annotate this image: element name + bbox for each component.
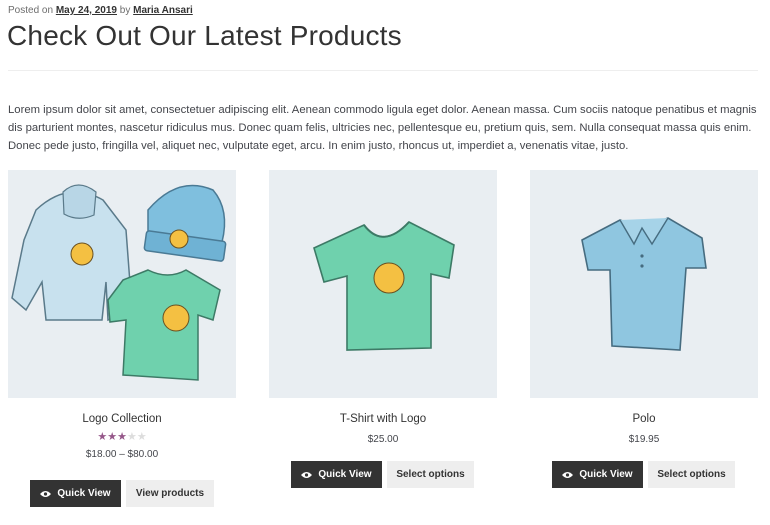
star-filled-icon: ★ xyxy=(117,431,127,443)
select-options-button[interactable]: Select options xyxy=(387,461,474,488)
select-options-button[interactable]: Select options xyxy=(648,461,735,488)
eye-icon xyxy=(40,490,52,497)
product-image-polo[interactable] xyxy=(530,170,758,398)
product-card-tshirt: T-Shirt with Logo $25.00 xyxy=(269,170,497,445)
author-link[interactable]: Maria Ansari xyxy=(133,5,193,16)
star-filled-icon: ★ xyxy=(107,431,118,443)
quick-view-label: Quick View xyxy=(57,488,111,499)
product-name[interactable]: Logo Collection xyxy=(8,413,236,425)
product-image-tshirt[interactable] xyxy=(269,170,497,398)
post-date-link[interactable]: May 24, 2019 xyxy=(56,5,117,16)
by-label: by xyxy=(119,5,131,16)
post-meta: Posted on May 24, 2019 by Maria Ansari xyxy=(8,5,193,16)
product-price: $25.00 xyxy=(367,434,399,445)
product-name[interactable]: Polo xyxy=(530,413,758,425)
posted-on-label: Posted on xyxy=(8,5,54,16)
view-products-button[interactable]: View products xyxy=(126,480,214,507)
quick-view-button[interactable]: Quick View xyxy=(291,461,382,488)
star-rating: ★★★★★ xyxy=(8,431,236,443)
product-card-polo: Polo $19.95 xyxy=(530,170,758,445)
star-filled-icon: ★ xyxy=(97,431,108,443)
product-image-logo-collection[interactable] xyxy=(8,170,236,398)
product-price: $19.95 xyxy=(628,434,660,445)
product-name[interactable]: T-Shirt with Logo xyxy=(269,413,497,425)
star-empty-icon: ★ xyxy=(126,431,137,443)
intro-paragraph: Lorem ipsum dolor sit amet, consectetuer… xyxy=(8,104,757,152)
title-divider xyxy=(8,70,758,71)
quick-view-button[interactable]: Quick View xyxy=(30,480,121,507)
eye-icon xyxy=(562,471,574,478)
eye-icon xyxy=(301,471,313,478)
product-price: $18.00 – $80.00 xyxy=(85,449,159,460)
page-title: Check Out Our Latest Products xyxy=(7,20,402,51)
product-card-logo-collection: Logo Collection ★★★★★ $18.00 – $80.00 xyxy=(8,170,236,460)
quick-view-label: Quick View xyxy=(579,469,633,480)
star-empty-icon: ★ xyxy=(136,431,147,443)
quick-view-button[interactable]: Quick View xyxy=(552,461,643,488)
quick-view-label: Quick View xyxy=(318,469,372,480)
